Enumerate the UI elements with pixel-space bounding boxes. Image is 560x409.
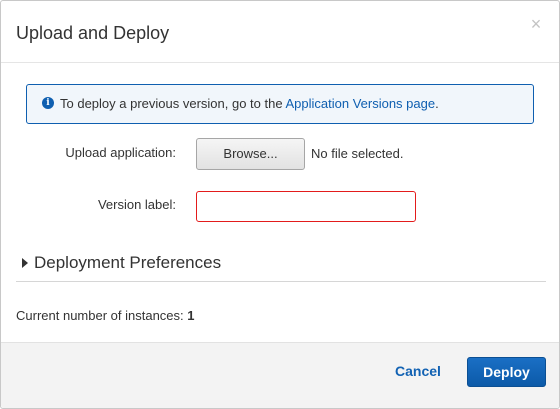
info-circle-icon: i xyxy=(42,97,54,109)
info-text-before: To deploy a previous version, go to the xyxy=(60,96,286,111)
upload-deploy-dialog: Upload and Deploy × i To deploy a previo… xyxy=(0,0,560,409)
instances-label: Current number of instances: xyxy=(16,308,188,323)
application-versions-link[interactable]: Application Versions page xyxy=(285,96,435,111)
file-status-text: No file selected. xyxy=(311,146,404,161)
cancel-button[interactable]: Cancel xyxy=(395,363,441,379)
info-text-after: . xyxy=(435,96,439,111)
instances-info: Current number of instances: 1 xyxy=(16,308,194,324)
dialog-title: Upload and Deploy xyxy=(16,23,170,43)
deployment-preferences-label: Deployment Preferences xyxy=(34,253,222,272)
info-message: To deploy a previous version, go to the … xyxy=(60,96,439,112)
info-alert: i To deploy a previous version, go to th… xyxy=(26,84,534,124)
caret-right-icon xyxy=(22,258,28,268)
deploy-button[interactable]: Deploy xyxy=(467,357,546,387)
upload-application-label: Upload application: xyxy=(65,145,176,160)
version-label-label: Version label: xyxy=(97,197,176,212)
section-divider xyxy=(16,281,546,282)
close-icon[interactable]: × xyxy=(527,15,545,33)
version-label-input[interactable] xyxy=(196,191,416,222)
dialog-header: Upload and Deploy × xyxy=(1,1,559,63)
instances-count: 1 xyxy=(187,308,195,323)
browse-button[interactable]: Browse... xyxy=(196,138,305,170)
